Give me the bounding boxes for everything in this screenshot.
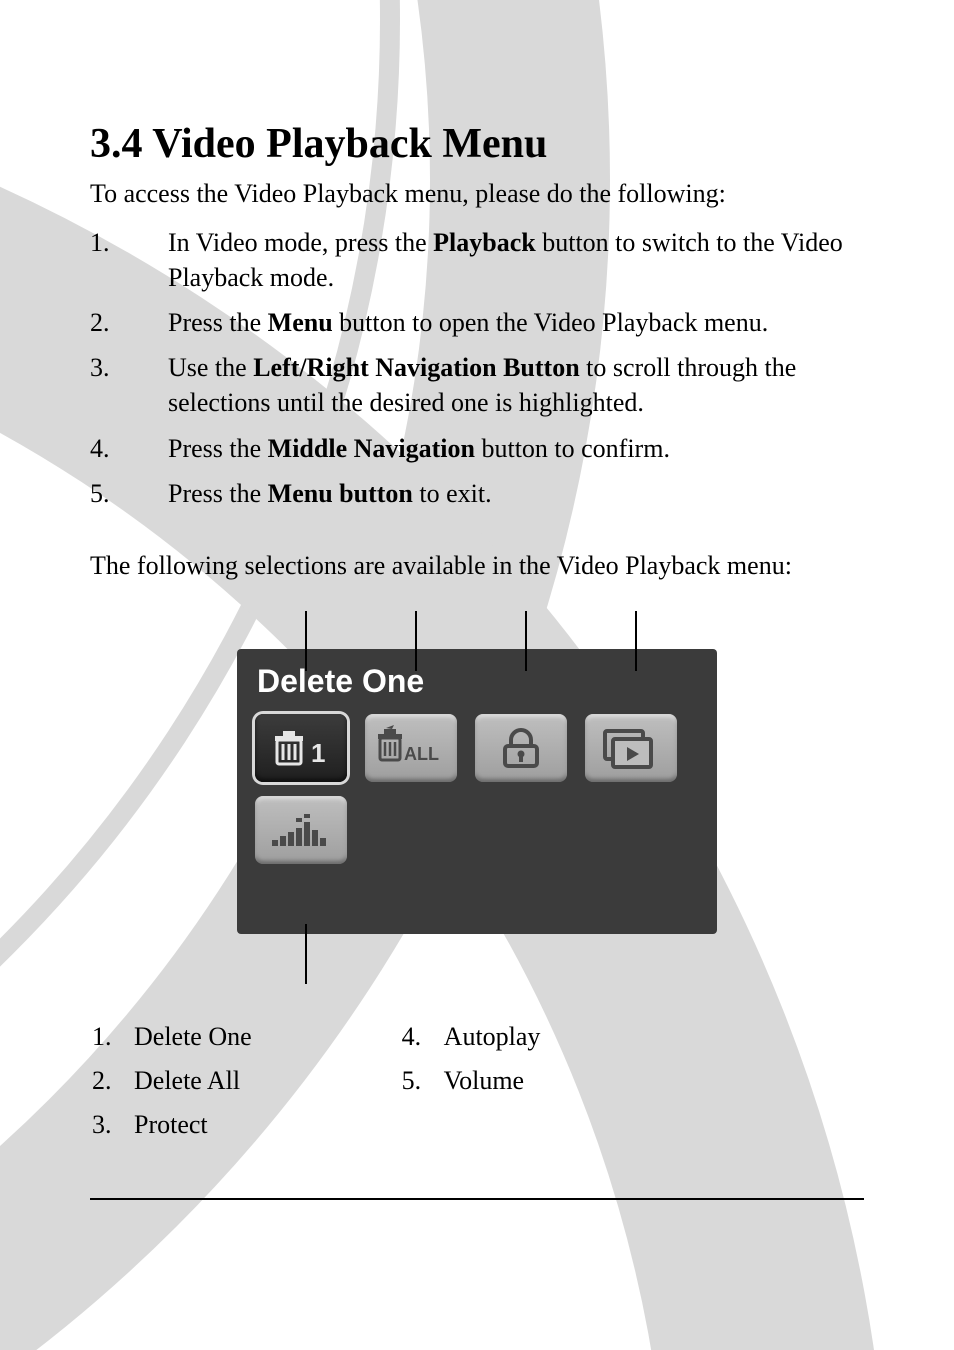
svg-text:1: 1 — [311, 738, 325, 768]
step-4: Press the Middle Navigation button to co… — [90, 431, 864, 466]
menu-item-volume[interactable] — [255, 796, 347, 864]
trash-one-icon: 1 — [271, 726, 331, 770]
legend-item: 1.Delete One — [92, 1022, 252, 1052]
callout-pointer — [525, 611, 527, 671]
legend-item: 5.Volume — [402, 1066, 541, 1096]
steps-list: In Video mode, press the Playback button… — [90, 225, 864, 511]
legend-item: 2.Delete All — [92, 1066, 252, 1096]
page-content: 3.4 Video Playback Menu To access the Vi… — [0, 0, 954, 1350]
callout-pointer — [415, 611, 417, 671]
legend-item: 4.Autoplay — [402, 1022, 541, 1052]
menu-item-protect[interactable] — [475, 714, 567, 782]
legend-item: 3.Protect — [92, 1110, 252, 1140]
menu-item-delete-all[interactable]: ALL — [365, 714, 457, 782]
lock-icon — [491, 726, 551, 770]
callout-pointer — [305, 611, 307, 671]
mid-text: The following selections are available i… — [90, 551, 864, 581]
step-2: Press the Menu button to open the Video … — [90, 305, 864, 340]
trash-all-icon: ALL — [376, 724, 446, 772]
page-title: 3.4 Video Playback Menu — [90, 120, 864, 168]
autoplay-icon — [599, 725, 663, 771]
callout-pointer — [305, 924, 307, 984]
menu-screenshot: Delete One 1 — [237, 649, 717, 934]
menu-title: Delete One — [257, 663, 699, 700]
page-divider — [90, 1198, 864, 1200]
svg-text:ALL: ALL — [404, 744, 439, 764]
menu-item-autoplay[interactable] — [585, 714, 677, 782]
volume-icon — [268, 810, 334, 850]
menu-legend: 1.Delete One 2.Delete All 3.Protect 4.Au… — [90, 1022, 864, 1154]
step-3: Use the Left/Right Navigation Button to … — [90, 350, 864, 420]
step-1: In Video mode, press the Playback button… — [90, 225, 864, 295]
step-5: Press the Menu button to exit. — [90, 476, 864, 511]
menu-item-delete-one[interactable]: 1 — [255, 714, 347, 782]
menu-diagram: Delete One 1 — [237, 611, 717, 984]
intro-text: To access the Video Playback menu, pleas… — [90, 176, 864, 211]
callout-pointer — [635, 611, 637, 671]
